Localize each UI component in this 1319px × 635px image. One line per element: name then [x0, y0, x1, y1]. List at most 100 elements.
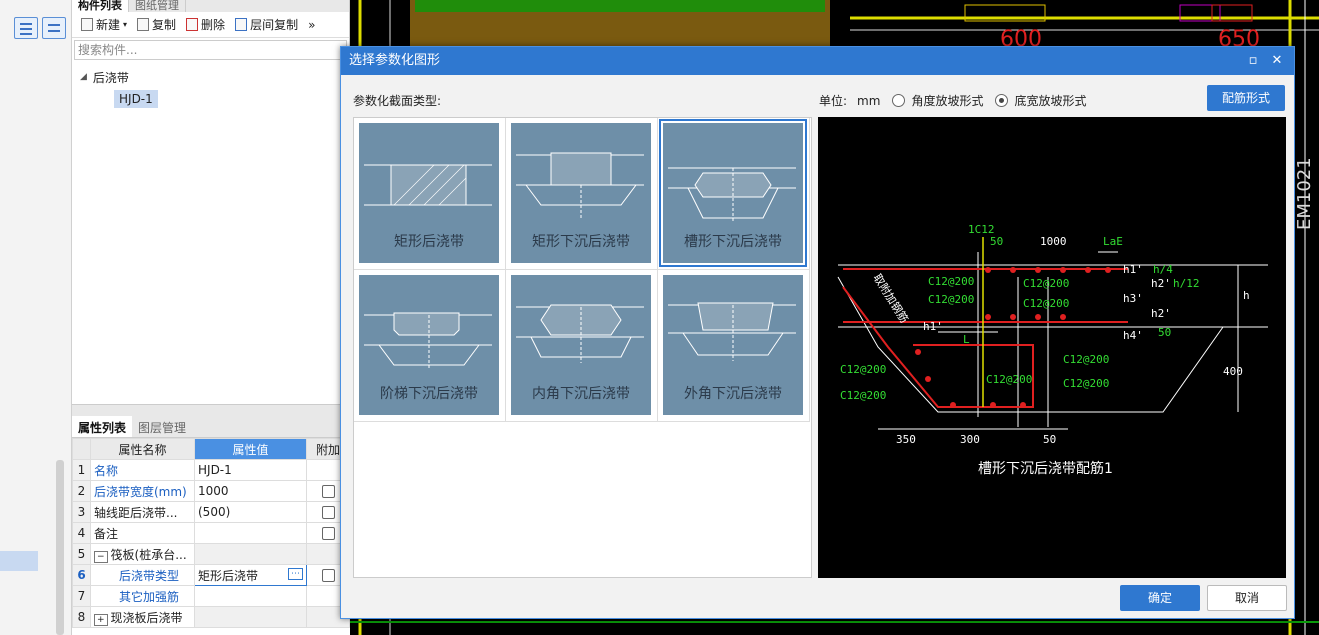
layer-copy-icon — [235, 18, 248, 31]
shape-card-rect-sunken[interactable]: 矩形下沉后浇带 — [506, 118, 658, 270]
shape-label: 阶梯下沉后浇带 — [380, 386, 478, 402]
table-row[interactable]: 8 + 现浇板后浇带 — [72, 606, 350, 628]
delete-button[interactable]: 删除 — [183, 15, 228, 35]
list-view-icon[interactable] — [14, 17, 38, 39]
dialog-title: 选择参数化图形 — [349, 53, 441, 68]
tab-component-list[interactable]: 构件列表 — [72, 0, 129, 12]
copy-icon — [137, 18, 150, 31]
ok-button[interactable]: 确定 — [1120, 585, 1200, 611]
shape-card-outer-angle-sunken[interactable]: 外角下沉后浇带 — [658, 270, 810, 422]
svg-text:C12@200: C12@200 — [928, 293, 974, 306]
table-row[interactable]: 2 后浇带宽度(mm) 1000 — [72, 480, 350, 502]
svg-text:取附加钢筋: 取附加钢筋 — [870, 271, 911, 325]
svg-text:h2': h2' — [1151, 307, 1171, 320]
table-row[interactable]: 5− 筏板(桩承台... — [72, 543, 350, 565]
svg-text:300: 300 — [960, 433, 980, 446]
svg-text:h/12: h/12 — [1173, 277, 1200, 290]
table-row[interactable]: 3 轴线距后浇带... (500) — [72, 501, 350, 523]
header-property-value: 属性值 — [194, 438, 307, 460]
select-parametric-shape-dialog: 选择参数化图形 ▫ ✕ 参数化截面类型: 单位: mm 角度放坡形式 底宽放坡形… — [340, 46, 1295, 619]
tab-layer-management[interactable]: 图层管理 — [132, 416, 192, 437]
left-scrollbar[interactable] — [56, 460, 64, 635]
header-property-name: 属性名称 — [90, 438, 195, 460]
tree-node-root[interactable]: ◢ 后浇带 — [80, 66, 341, 88]
rebar-preview: 1C12 50 LaE h/4 h/12 50 L C12@200 C12@20… — [818, 117, 1286, 578]
shape-label: 槽形下沉后浇带 — [684, 234, 782, 250]
component-toolbar: 新建 ▾ 复制 删除 层间复制 » — [72, 12, 349, 38]
selected-strip-item[interactable] — [0, 551, 38, 571]
left-toolbar-strip — [0, 0, 72, 635]
expand-icon[interactable]: + — [94, 613, 108, 626]
collapse-icon[interactable]: ◢ — [80, 72, 87, 82]
svg-text:400: 400 — [1223, 365, 1243, 378]
cad-label-em1021: EM1021 — [1294, 157, 1315, 230]
svg-text:h1': h1' — [1123, 263, 1143, 276]
tab-drawing-management[interactable]: 图纸管理 — [129, 0, 186, 12]
more-button[interactable]: » — [305, 15, 318, 35]
svg-text:50: 50 — [1158, 326, 1171, 339]
shape-label: 矩形后浇带 — [394, 234, 464, 250]
svg-text:L: L — [963, 333, 970, 346]
layer-copy-button[interactable]: 层间复制 — [232, 15, 301, 35]
property-panel: 属性列表 图层管理 属性名称 属性值 附加 1 名称 HJD-1 2 后浇带宽度(mm… — [72, 416, 350, 635]
tab-property-list[interactable]: 属性列表 — [72, 416, 133, 437]
section-type-label: 参数化截面类型: — [353, 94, 442, 108]
preview-caption: 槽形下沉后浇带配筋1 — [978, 460, 1113, 477]
table-row[interactable]: 1 名称 HJD-1 — [72, 459, 350, 481]
unit-row: 单位: mm 角度放坡形式 底宽放坡形式 — [819, 92, 1086, 109]
radio-angle-slope[interactable] — [892, 94, 906, 107]
collapse-icon[interactable]: − — [94, 550, 108, 563]
extra-checkbox[interactable] — [322, 527, 335, 540]
svg-text:h4': h4' — [1123, 329, 1143, 342]
shape-type-field[interactable]: 矩形后浇带 ⋯ — [194, 564, 307, 586]
svg-text:h2': h2' — [1151, 277, 1171, 290]
table-row[interactable]: 7 其它加强筋 — [72, 585, 350, 607]
svg-text:C12@200: C12@200 — [1063, 377, 1109, 390]
extra-checkbox[interactable] — [322, 485, 335, 498]
component-tree: ◢ 后浇带 HJD-1 — [72, 62, 349, 114]
copy-button[interactable]: 复制 — [134, 15, 179, 35]
svg-text:350: 350 — [896, 433, 916, 446]
svg-text:C12@200: C12@200 — [1023, 277, 1069, 290]
radio-angle-label[interactable]: 角度放坡形式 — [911, 92, 983, 109]
close-icon[interactable]: ✕ — [1266, 47, 1288, 75]
svg-text:50: 50 — [990, 235, 1003, 248]
svg-text:C12@200: C12@200 — [1063, 353, 1109, 366]
svg-text:h: h — [1243, 289, 1250, 302]
svg-text:C12@200: C12@200 — [986, 373, 1032, 386]
svg-text:C12@200: C12@200 — [928, 275, 974, 288]
new-button[interactable]: 新建 ▾ — [78, 15, 130, 35]
maximize-icon[interactable]: ▫ — [1242, 47, 1264, 75]
svg-text:LaE: LaE — [1103, 235, 1123, 248]
more-icon[interactable]: ⋯ — [288, 568, 303, 580]
svg-text:C12@200: C12@200 — [840, 389, 886, 402]
cancel-button[interactable]: 取消 — [1207, 585, 1287, 611]
shape-card-rect[interactable]: 矩形后浇带 — [354, 118, 506, 270]
svg-text:1000: 1000 — [1040, 235, 1067, 248]
table-row[interactable]: 4 备注 — [72, 522, 350, 544]
shape-card-inner-angle-sunken[interactable]: 内角下沉后浇带 — [506, 270, 658, 422]
grid-view-icon[interactable] — [42, 17, 66, 39]
dialog-title-bar: 选择参数化图形 ▫ ✕ — [341, 47, 1294, 75]
svg-text:C12@200: C12@200 — [840, 363, 886, 376]
radio-width-slope[interactable] — [995, 94, 1009, 107]
extra-checkbox[interactable] — [322, 506, 335, 519]
svg-text:h/4: h/4 — [1153, 263, 1173, 276]
panel-splitter[interactable] — [72, 404, 350, 416]
table-row[interactable]: 6 后浇带类型 矩形后浇带 ⋯ — [72, 564, 350, 586]
tree-node-hjd1[interactable]: HJD-1 — [114, 90, 158, 108]
unit-label: 单位: — [819, 94, 848, 108]
svg-text:h3': h3' — [1123, 292, 1143, 305]
search-input[interactable]: 搜索构件... — [74, 40, 347, 60]
svg-text:h1': h1' — [923, 320, 943, 333]
shape-label: 外角下沉后浇带 — [684, 386, 782, 402]
delete-icon — [186, 18, 199, 31]
rebar-form-button[interactable]: 配筋形式 — [1207, 85, 1285, 111]
svg-text:50: 50 — [1043, 433, 1056, 446]
radio-width-label[interactable]: 底宽放坡形式 — [1014, 92, 1086, 109]
shape-card-step-sunken[interactable]: 阶梯下沉后浇带 — [354, 270, 506, 422]
shape-label: 内角下沉后浇带 — [532, 386, 630, 402]
shape-card-groove-sunken[interactable]: 槽形下沉后浇带 — [658, 118, 810, 270]
extra-checkbox[interactable] — [322, 569, 335, 582]
shape-gallery: 矩形后浇带 矩形下沉后浇带 槽形下沉后浇带 阶梯下沉后浇带 内角下沉后浇带 外角… — [353, 117, 812, 578]
